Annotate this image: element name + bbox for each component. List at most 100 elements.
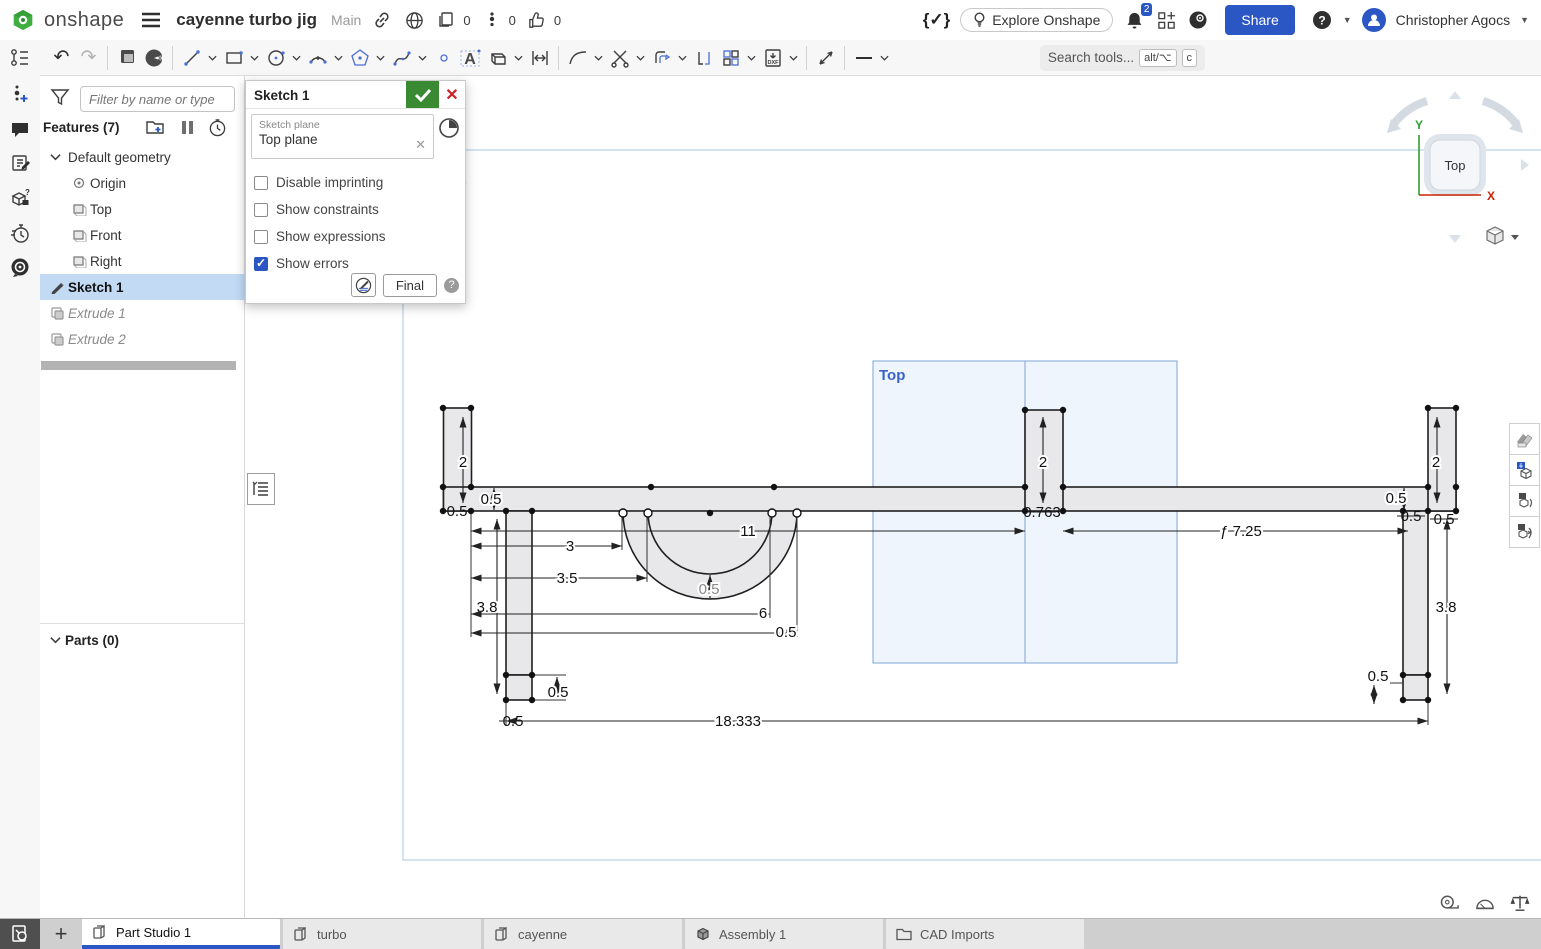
sketch-vertex[interactable] [1453, 508, 1459, 514]
stacked-sheets-icon[interactable] [113, 44, 140, 72]
sketch-plane-field[interactable]: Sketch plane Top plane ✕ [251, 114, 434, 159]
feature-item-extrude-2[interactable]: Extrude 2 [40, 326, 245, 352]
help-caret-icon[interactable]: ▼ [1343, 15, 1352, 25]
filter-funnel-icon[interactable] [50, 87, 70, 112]
tab-cayenne[interactable]: cayenne [484, 919, 682, 949]
sketch-open-vertex[interactable] [768, 509, 776, 517]
rotate-right-arrow-icon[interactable] [1521, 159, 1529, 171]
activity-icon[interactable] [481, 9, 503, 31]
line-style-button[interactable] [850, 44, 877, 72]
rotate-down-arrow-icon[interactable] [1449, 235, 1461, 243]
view-cube[interactable]: Top Y X [1375, 85, 1541, 250]
protractor-icon[interactable] [1474, 894, 1496, 912]
mirror-tool-button[interactable] [690, 44, 717, 72]
checkbox-box[interactable] [254, 230, 268, 244]
sketch-vertex[interactable] [1425, 508, 1431, 514]
sketch-vertex[interactable] [529, 672, 535, 678]
sketch-vertex[interactable] [503, 697, 509, 703]
dimension-label[interactable]: 0.5 [1386, 490, 1407, 507]
share-link-icon[interactable] [371, 9, 393, 31]
explore-onshape-button[interactable]: Explore Onshape [960, 8, 1113, 32]
dimension-label[interactable]: 2 [1432, 454, 1440, 471]
sketch-vertex[interactable] [503, 508, 509, 514]
sketch-vertex[interactable] [1425, 672, 1431, 678]
rollback-bar[interactable] [41, 361, 236, 370]
feature-item-sketch-1[interactable]: Sketch 1 [40, 274, 245, 300]
pattern-tool-dropdown[interactable] [744, 44, 759, 72]
import-dxf-button[interactable]: DXF [759, 44, 786, 72]
tab-part-studio-1[interactable]: Part Studio 1 [82, 919, 280, 949]
sketch-vertex[interactable] [771, 484, 777, 490]
sketch-vertex[interactable] [1453, 405, 1459, 411]
versions-history-icon[interactable] [9, 47, 31, 69]
mass-properties-scale-icon[interactable] [1509, 894, 1531, 912]
dimension-label[interactable]: 18.333 [715, 713, 761, 730]
filter-input[interactable] [80, 86, 235, 112]
onshape-logo-icon[interactable] [12, 9, 34, 31]
notifications-bell-icon[interactable]: 2 [1123, 9, 1145, 31]
comments-icon[interactable] [9, 119, 31, 141]
checkbox-show-expressions[interactable]: Show expressions [254, 223, 386, 250]
feature-item-extrude-1[interactable]: Extrude 1 [40, 300, 245, 326]
dimension-label[interactable]: 0.5 [548, 684, 569, 701]
sketch-vertex[interactable] [1060, 484, 1066, 490]
line-tool-dropdown[interactable] [205, 44, 220, 72]
notes-icon[interactable] [9, 152, 31, 174]
feature-item-default-geometry[interactable]: Default geometry [40, 144, 245, 170]
dimension-label[interactable]: 11 [740, 523, 756, 540]
top-plane-label[interactable]: Top [879, 367, 905, 384]
suppress-pause-icon[interactable] [180, 120, 194, 140]
follow-mode-icon[interactable]: ? [9, 188, 31, 210]
project-tool-button[interactable] [484, 44, 511, 72]
import-dxf-dropdown[interactable] [786, 44, 801, 72]
user-menu-caret-icon[interactable]: ▼ [1520, 15, 1529, 25]
rotate-up-arrow-icon[interactable] [1449, 91, 1461, 99]
checkbox-disable-imprinting[interactable]: Disable imprinting [254, 169, 386, 196]
dimension-label[interactable]: ƒ 7.25 [1220, 523, 1262, 540]
dimension-label[interactable]: 0.5 [776, 624, 797, 641]
chevron-down-icon[interactable] [50, 153, 61, 161]
polygon-tool-button[interactable] [346, 44, 373, 72]
share-button[interactable]: Share [1225, 5, 1294, 35]
dimension-label[interactable]: 6 [759, 605, 767, 622]
insert-tab-button[interactable]: + [40, 919, 82, 949]
dimension-tool-button[interactable] [526, 44, 553, 72]
sketch-vertex[interactable] [1400, 697, 1406, 703]
sketch-vertex[interactable] [1060, 508, 1066, 514]
sketch-vertex[interactable] [440, 484, 446, 490]
sketch-vertex[interactable] [1060, 407, 1066, 413]
sketch-region[interactable] [444, 487, 1457, 511]
feature-history-clock-icon[interactable] [208, 118, 227, 142]
clear-selection-icon[interactable]: ✕ [415, 137, 426, 153]
trim-tool-dropdown[interactable] [633, 44, 648, 72]
tab-assembly-1[interactable]: Assembly 1 [685, 919, 883, 949]
dimension-label[interactable]: 0.5 [699, 581, 720, 598]
dialog-help-icon[interactable]: ? [444, 278, 459, 293]
sketch-grid-button[interactable] [351, 273, 376, 297]
offset-tool-dropdown[interactable] [675, 44, 690, 72]
tab-manager-button[interactable] [0, 919, 40, 949]
workspace-branch[interactable]: Main [331, 12, 361, 28]
dimension-label[interactable]: 2 [459, 454, 467, 471]
spline-tool-button[interactable] [388, 44, 415, 72]
fillet-tool-dropdown[interactable] [591, 44, 606, 72]
sketch-region[interactable] [506, 511, 532, 675]
selection-clock-icon[interactable] [438, 117, 460, 144]
accept-button[interactable] [406, 81, 439, 108]
checkbox-box[interactable] [254, 176, 268, 190]
text-tool-button[interactable]: A [457, 44, 484, 72]
learning-center-icon[interactable] [9, 257, 31, 279]
history-stopwatch-icon[interactable] [9, 222, 31, 244]
feature-item-top[interactable]: Top [40, 196, 245, 222]
sketch-vertex[interactable] [468, 508, 474, 514]
public-globe-icon[interactable] [403, 9, 425, 31]
circle-tool-dropdown[interactable] [289, 44, 304, 72]
sketch-region[interactable] [1403, 675, 1428, 700]
dimension-label[interactable]: 0.5 [1368, 668, 1389, 685]
dimension-label[interactable]: 3 [566, 538, 574, 555]
insert-version-icon[interactable] [9, 83, 31, 105]
cancel-button[interactable]: ✕ [439, 81, 465, 108]
offset-tool-button[interactable] [648, 44, 675, 72]
circle-tool-button[interactable] [262, 44, 289, 72]
sketch-vertex[interactable] [1022, 484, 1028, 490]
